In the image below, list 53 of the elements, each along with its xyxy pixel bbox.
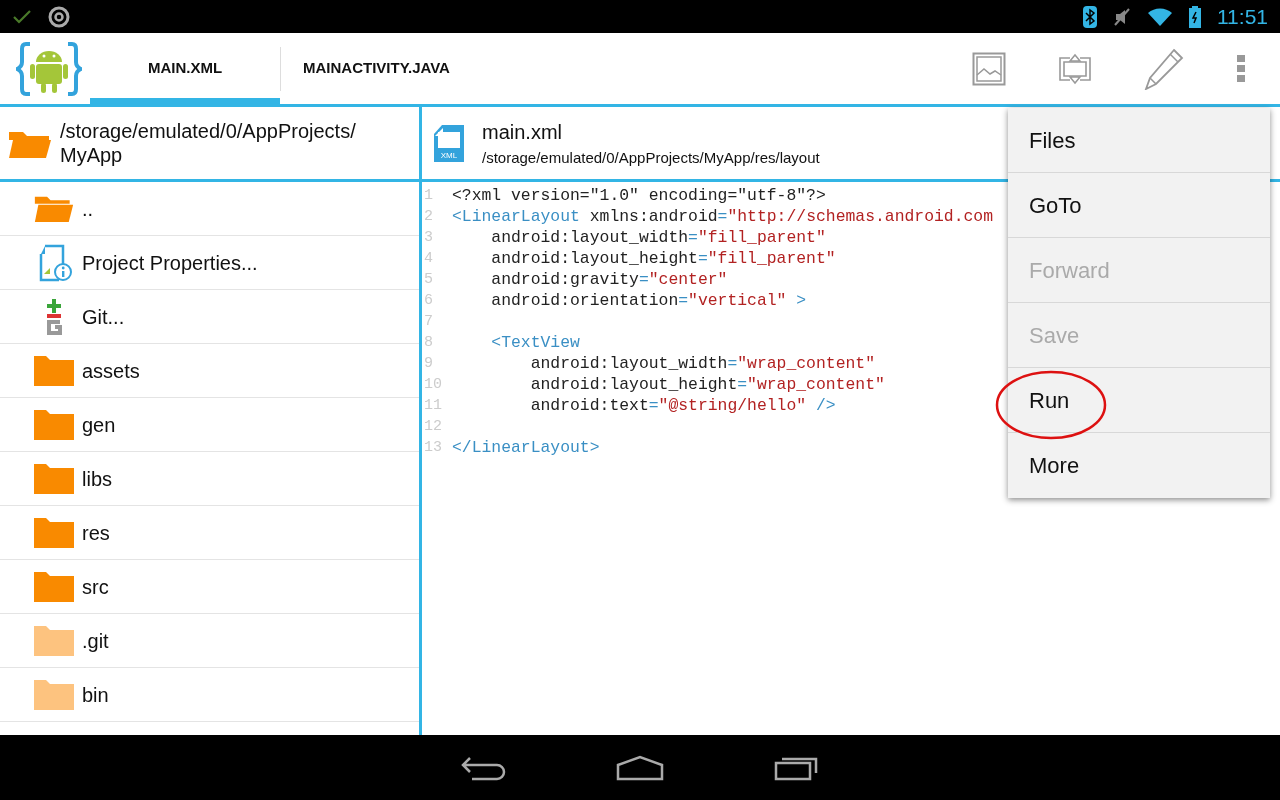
folder-icon — [34, 679, 74, 710]
battery-icon — [1189, 5, 1201, 28]
code-line: <TextView — [490, 332, 580, 353]
editor-tab[interactable]: MAIN.XML — [90, 33, 280, 104]
menu-item[interactable]: GoTo — [1008, 173, 1270, 238]
code-line: <LinearLayout xmlns:android="http://schemas.android.com — [452, 206, 993, 227]
clock-time: 11:51 — [1217, 3, 1268, 30]
bluetooth-icon — [1083, 5, 1097, 28]
image-icon[interactable] — [972, 51, 1006, 86]
file-list-item[interactable]: bin — [0, 668, 419, 722]
editor-tab[interactable]: MAINACTIVITY.JAVA — [281, 33, 472, 104]
file-list-item[interactable]: .. — [0, 182, 419, 236]
code-line: android:gravity="center" — [490, 269, 728, 290]
file-list-item[interactable]: assets — [0, 344, 419, 398]
folder-icon — [34, 409, 74, 440]
code-line: android:layout_height="wrap_content" — [529, 374, 885, 395]
file-path: /storage/emulated/0/AppProjects/MyApp/res/layout — [482, 147, 820, 168]
file-list-item[interactable]: .git — [0, 614, 419, 668]
folder-icon — [34, 355, 74, 386]
file-name: main.xml — [482, 119, 563, 145]
code-line: android:orientation="vertical" > — [490, 290, 807, 311]
code-line: </LinearLayout> — [452, 437, 600, 458]
back-icon[interactable] — [460, 754, 506, 781]
folder-path: /storage/emulated/0/AppProjects/ MyApp — [60, 119, 356, 167]
folder-icon — [34, 571, 74, 602]
code-line: <?xml version="1.0" encoding="utf-8"?> — [452, 185, 826, 206]
menu-item[interactable]: Run — [1008, 368, 1270, 433]
wifi-icon — [1147, 6, 1173, 27]
muted-speaker-icon — [1113, 6, 1131, 27]
file-list-item[interactable]: src — [0, 560, 419, 614]
checkmark-icon — [12, 8, 32, 25]
file-list-item[interactable]: Git... — [0, 290, 419, 344]
menu-item[interactable]: Files — [1008, 108, 1270, 173]
app-logo-icon — [16, 39, 82, 98]
code-line: android:text="@string/hello" /> — [529, 395, 836, 416]
code-line: android:layout_width="wrap_content" — [529, 353, 875, 374]
file-list-item[interactable]: Project Properties... — [0, 236, 419, 290]
file-type-label: XML — [434, 150, 464, 162]
code-line: android:layout_height="fill_parent" — [490, 248, 836, 269]
file-list-item[interactable]: res — [0, 506, 419, 560]
file-list-item[interactable]: libs — [0, 452, 419, 506]
code-line: android:layout_width="fill_parent" — [490, 227, 826, 248]
circle-logo-icon — [48, 5, 70, 28]
folder-icon — [34, 625, 74, 656]
overflow-menu-icon[interactable] — [1236, 53, 1246, 84]
file-icon — [432, 124, 466, 150]
home-icon[interactable] — [616, 754, 664, 781]
file-list-item[interactable]: gen — [0, 398, 419, 452]
folder-icon — [34, 463, 74, 494]
swap-arrows-icon[interactable] — [1058, 51, 1092, 86]
folder-icon — [34, 517, 74, 548]
menu-item[interactable]: More — [1008, 433, 1270, 498]
pencil-icon[interactable] — [1144, 47, 1184, 90]
